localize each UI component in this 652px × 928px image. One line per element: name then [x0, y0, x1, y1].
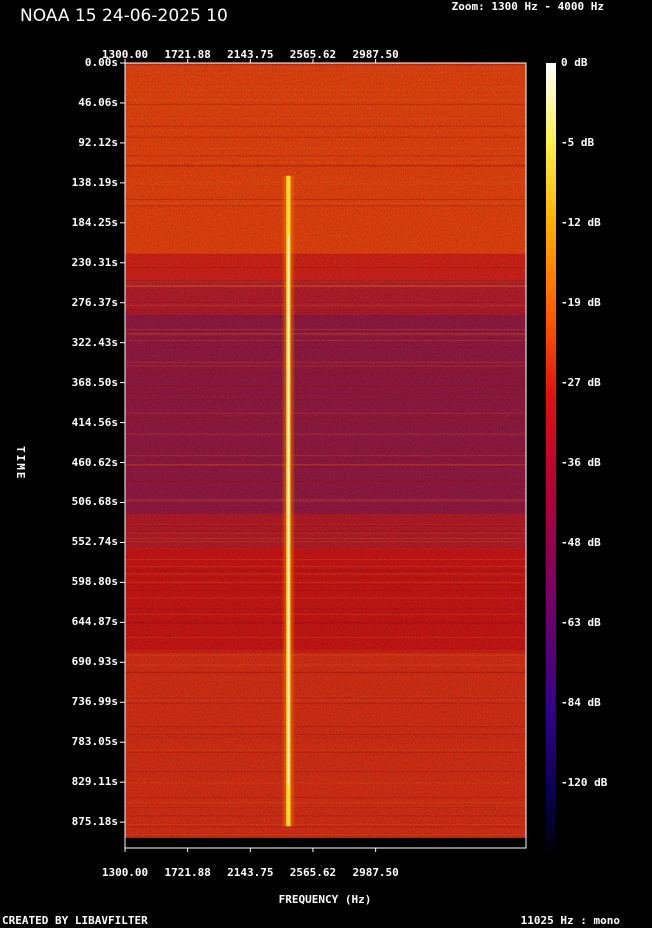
- signal-core: [288, 236, 289, 787]
- y-tick-label: 0.00s: [0, 57, 118, 69]
- spectrogram-window: NOAA 15 24-06-2025 10 Zoom: 1300 Hz - 40…: [0, 0, 652, 928]
- y-tick-label: 138.19s: [0, 177, 118, 189]
- y-tick-label: 783.05s: [0, 736, 118, 748]
- colorbar-label: -12 dB: [561, 217, 601, 229]
- x-tick-label-bottom: 1300.00: [102, 867, 148, 879]
- x-axis-label: FREQUENCY (Hz): [279, 893, 372, 906]
- footer-credit: CREATED BY LIBAVFILTER: [2, 914, 148, 927]
- x-tick-label-bottom: 2143.75: [227, 867, 273, 879]
- y-tick-label: 184.25s: [0, 217, 118, 229]
- y-tick-label: 644.87s: [0, 616, 118, 628]
- colorbar-label: -5 dB: [561, 137, 594, 149]
- y-tick-label: 690.93s: [0, 656, 118, 668]
- colorbar-label: 0 dB: [561, 57, 588, 69]
- colorbar-label: -84 dB: [561, 697, 601, 709]
- x-tick-label-top: 1300.00: [102, 49, 148, 61]
- x-tick-label-top: 2987.50: [352, 49, 398, 61]
- colorbar-label: -48 dB: [561, 537, 601, 549]
- x-tick-label-bottom: 2565.62: [290, 867, 336, 879]
- x-tick-label-top: 1721.88: [164, 49, 210, 61]
- y-tick-label: 736.99s: [0, 696, 118, 708]
- x-tick-label-top: 2565.62: [290, 49, 336, 61]
- colorbar-label: -19 dB: [561, 297, 601, 309]
- y-tick-label: 276.37s: [0, 297, 118, 309]
- colorbar: [546, 63, 556, 857]
- y-tick-label: 322.43s: [0, 337, 118, 349]
- y-tick-label: 368.50s: [0, 377, 118, 389]
- x-tick-label-bottom: 1721.88: [164, 867, 210, 879]
- y-tick-label: 414.56s: [0, 417, 118, 429]
- y-axis-label: TIME: [14, 446, 27, 481]
- colorbar-label: -120 dB: [561, 777, 607, 789]
- colorbar-label: -27 dB: [561, 377, 601, 389]
- y-tick-label: 46.06s: [0, 97, 118, 109]
- footer-sample-rate: 11025 Hz : mono: [521, 914, 620, 927]
- y-tick-label: 829.11s: [0, 776, 118, 788]
- y-tick-label: 230.31s: [0, 257, 118, 269]
- colorbar-label: -36 dB: [561, 457, 601, 469]
- y-tick-label: 598.80s: [0, 576, 118, 588]
- y-tick-label: 506.68s: [0, 496, 118, 508]
- colorbar-label: -63 dB: [561, 617, 601, 629]
- y-tick-label: 92.12s: [0, 137, 118, 149]
- y-tick-label: 875.18s: [0, 816, 118, 828]
- y-tick-label: 552.74s: [0, 536, 118, 548]
- x-tick-label-top: 2143.75: [227, 49, 273, 61]
- plot-bottom-strip: [125, 838, 526, 848]
- noise-texture: [125, 63, 526, 838]
- x-tick-label-bottom: 2987.50: [352, 867, 398, 879]
